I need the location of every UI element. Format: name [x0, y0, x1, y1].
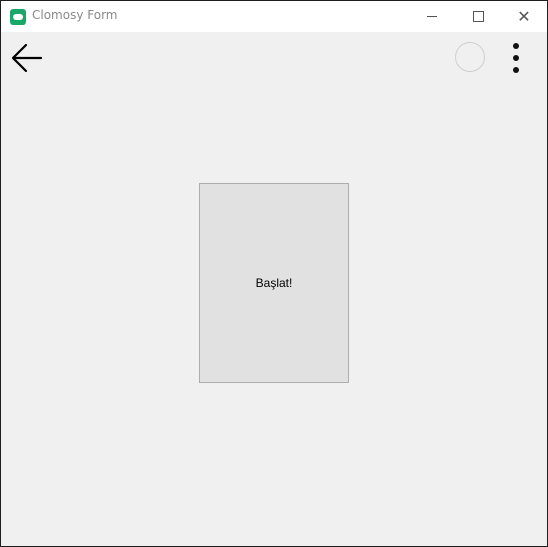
- window-title: Clomosy Form: [32, 8, 118, 22]
- status-circle-button[interactable]: [455, 42, 485, 72]
- maximize-button[interactable]: [455, 1, 501, 32]
- start-button[interactable]: Başlat!: [199, 183, 349, 383]
- more-options-button[interactable]: [504, 40, 528, 76]
- close-button[interactable]: ✕: [501, 1, 547, 32]
- back-button[interactable]: [9, 40, 45, 76]
- toolbar: [1, 32, 547, 84]
- title-bar[interactable]: Clomosy Form ✕: [1, 1, 547, 32]
- arrow-left-icon: [11, 43, 43, 73]
- minimize-button[interactable]: [409, 1, 455, 32]
- minimize-icon: [427, 16, 437, 17]
- maximize-icon: [472, 11, 484, 22]
- app-icon: [10, 9, 26, 25]
- app-window: Clomosy Form ✕ Başlat!: [0, 0, 548, 547]
- close-icon: ✕: [517, 7, 531, 26]
